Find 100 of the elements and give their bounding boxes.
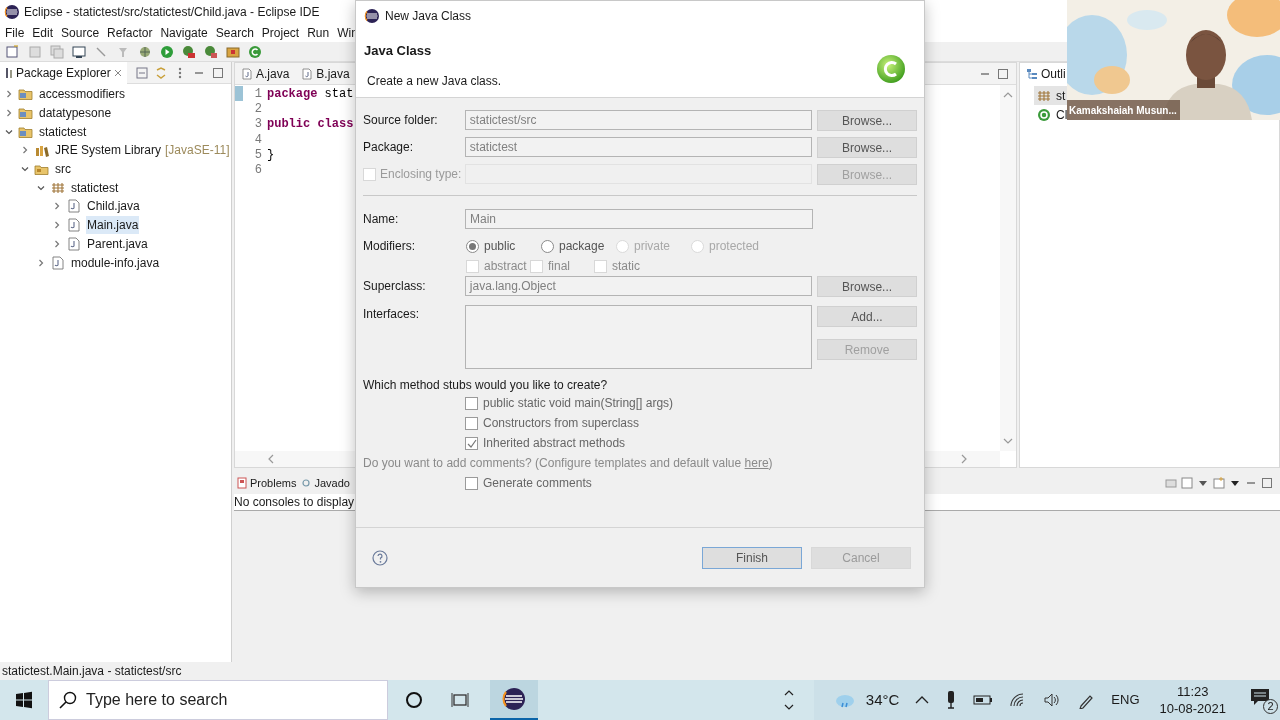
text-field[interactable]: statictest/src — [464, 110, 813, 130]
field-label: Name: — [363, 211, 399, 228]
browse-button[interactable]: Browse... — [817, 137, 917, 158]
text-field[interactable]: java.lang.Object — [464, 276, 813, 296]
checkbox[interactable] — [465, 476, 478, 490]
field-label: Modifiers: — [363, 239, 415, 253]
speaker-icon[interactable] — [1043, 692, 1062, 708]
java-file-icon — [241, 67, 253, 80]
save-all-icon[interactable] — [49, 43, 65, 60]
tree-item[interactable]: Parent.java — [86, 234, 149, 253]
checkbox[interactable] — [465, 436, 478, 450]
chevron-down-icon[interactable] — [783, 703, 794, 711]
outline-item[interactable]: Cl — [1056, 105, 1068, 124]
temperature[interactable]: 34°C — [865, 688, 900, 712]
view-tab[interactable]: Package Explorer — [0, 61, 127, 84]
maximize-icon[interactable] — [211, 65, 225, 80]
menu-item[interactable]: Source — [57, 24, 104, 42]
external-tools-icon[interactable] — [203, 43, 219, 60]
menu-item[interactable]: Edit — [28, 24, 58, 42]
radio-button[interactable] — [541, 239, 554, 253]
notification-count: 2 — [1263, 699, 1278, 714]
problems-icon — [236, 477, 248, 489]
browse-button[interactable]: Browse... — [817, 276, 917, 297]
line-number: 5 — [253, 146, 262, 164]
dialog-title: New Java Class — [385, 8, 472, 25]
new-file-icon[interactable] — [5, 43, 21, 60]
radio-button[interactable] — [466, 239, 479, 253]
tree-item[interactable]: accessmodifiers — [38, 85, 127, 104]
chevron-right-icon[interactable] — [52, 201, 62, 212]
chevron-right-icon[interactable] — [4, 108, 14, 119]
maximize-icon[interactable] — [996, 66, 1010, 81]
text-field[interactable]: Main — [465, 209, 813, 229]
tree-item[interactable]: datatypesone — [38, 104, 113, 123]
windows-start-icon[interactable] — [15, 691, 33, 709]
chevron-up-icon[interactable] — [915, 695, 930, 705]
menu-item[interactable]: Search — [211, 24, 258, 42]
code-line: public class — [267, 116, 354, 134]
tree-item[interactable]: module-info.java — [70, 253, 161, 272]
editor-tab[interactable]: A.java — [235, 62, 296, 85]
battery-icon[interactable] — [973, 694, 994, 706]
panel-tab[interactable]: Problems — [234, 472, 299, 494]
dialog-button[interactable]: Finish — [702, 546, 802, 569]
chevron-right-icon[interactable] — [36, 257, 46, 268]
scroll-left-icon[interactable] — [267, 454, 275, 464]
close-icon[interactable] — [113, 68, 122, 77]
menu-item[interactable]: Refactor — [103, 24, 157, 42]
chevron-right-icon[interactable] — [20, 145, 30, 156]
menu-item[interactable]: Navigate — [156, 24, 212, 42]
class-wizard-icon — [876, 54, 906, 84]
dialog-button[interactable]: Add... — [817, 306, 917, 327]
option-label: static — [612, 258, 640, 275]
collapse-all-icon[interactable] — [135, 65, 149, 80]
line-number: 4 — [253, 131, 262, 149]
taskbar-app[interactable] — [490, 680, 538, 720]
scroll-right-icon[interactable] — [960, 454, 968, 464]
editor-tab[interactable]: B.java — [295, 62, 356, 85]
browse-button[interactable]: Browse... — [817, 110, 917, 131]
tree-item[interactable]: Child.java — [86, 197, 141, 216]
pin-console-icon[interactable] — [1164, 476, 1178, 490]
maximize-icon[interactable] — [1260, 476, 1274, 490]
option-label: Constructors from superclass — [483, 415, 640, 432]
tree-item[interactable]: statictest — [70, 178, 120, 197]
coverage-icon[interactable] — [181, 43, 197, 60]
tree-item[interactable]: Main.java — [86, 216, 140, 235]
field-label: Enclosing type: — [380, 166, 462, 183]
chevron-right-icon[interactable] — [52, 220, 62, 231]
help-icon[interactable] — [372, 549, 388, 566]
java-file-icon — [50, 254, 66, 271]
list-box[interactable] — [464, 305, 812, 369]
tree-item[interactable]: statictest — [38, 122, 88, 141]
checkbox[interactable] — [465, 396, 478, 410]
chevron-right-icon[interactable] — [52, 238, 62, 249]
eclipse-icon — [364, 8, 380, 24]
run-icon[interactable] — [159, 43, 175, 60]
menu-item[interactable]: Project — [257, 24, 304, 42]
task-view-icon[interactable] — [450, 690, 470, 710]
search-field[interactable]: Type here to search — [48, 680, 388, 720]
scroll-up-icon[interactable] — [1003, 91, 1013, 99]
menu-item[interactable]: Run — [303, 24, 334, 42]
chevron-right-icon[interactable] — [4, 89, 14, 100]
cortana-circle-icon[interactable] — [404, 690, 424, 710]
scroll-down-icon[interactable] — [1003, 437, 1013, 445]
link-icon[interactable] — [154, 65, 168, 80]
outline-item[interactable]: st — [1056, 86, 1066, 105]
clock[interactable]: 11:23 10-08-2021 — [1159, 683, 1226, 717]
tree-item[interactable]: src — [54, 160, 72, 179]
code-line: } — [267, 146, 275, 164]
text-field[interactable]: statictest — [464, 137, 813, 157]
tree-item[interactable]: JRE System Library — [54, 141, 163, 160]
menu-item[interactable]: File — [1, 24, 29, 42]
field-label: Interfaces: — [363, 307, 420, 321]
language-indicator[interactable]: ENG — [1111, 690, 1140, 710]
view-tab[interactable]: Outli — [1020, 62, 1067, 85]
option-label: package — [559, 238, 605, 255]
new-class-icon[interactable] — [247, 43, 263, 60]
chevron-up-icon[interactable] — [783, 689, 794, 697]
line-number: 1 — [253, 85, 262, 103]
checkbox[interactable] — [465, 416, 478, 430]
monitor-icon[interactable] — [71, 43, 87, 60]
panel-tab[interactable]: Javado — [298, 472, 352, 494]
